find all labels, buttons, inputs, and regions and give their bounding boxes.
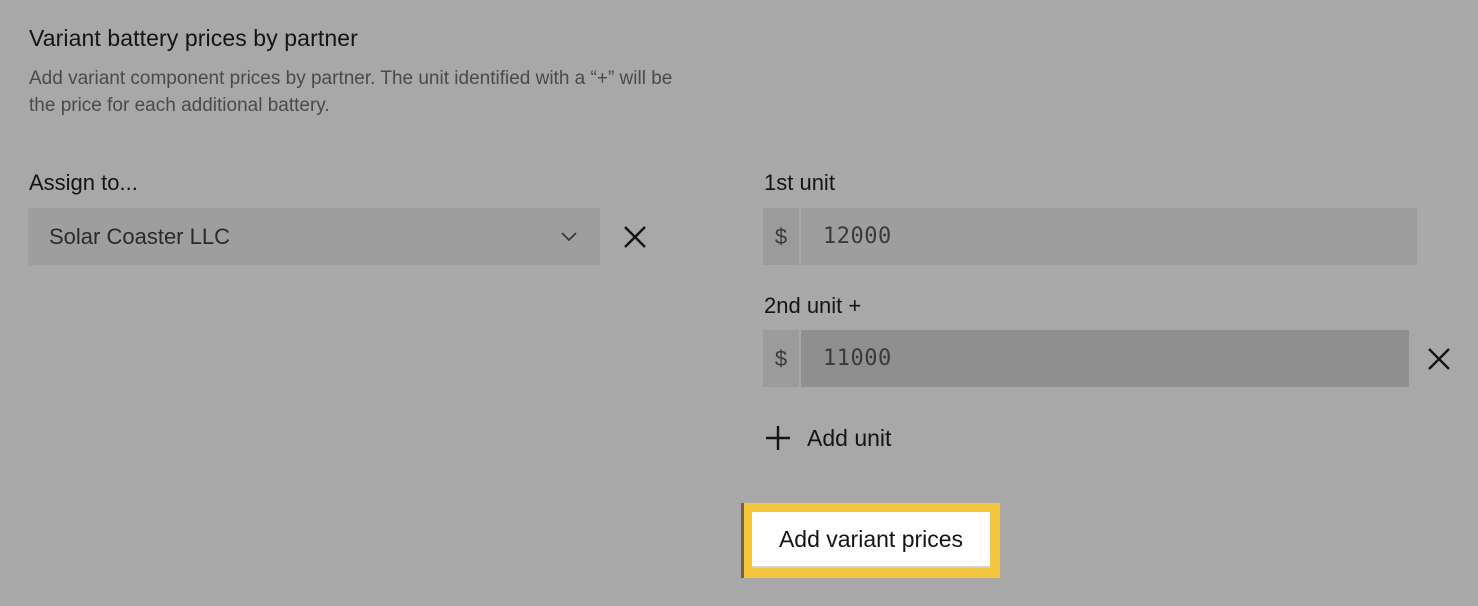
add-unit-label: Add unit [807,424,892,451]
second-unit-price-field: $ [763,330,1409,387]
currency-prefix: $ [763,208,799,265]
section-description: Add variant component prices by partner.… [29,68,673,116]
section-title: Variant battery prices by partner [29,25,358,51]
add-unit-button[interactable]: Add unit [765,421,891,455]
second-unit-price-input[interactable] [801,330,1409,387]
add-variant-prices-button[interactable]: Add variant prices [752,512,990,568]
chevron-down-icon [561,232,577,242]
currency-prefix: $ [763,330,799,387]
remove-partner-icon[interactable] [621,223,649,251]
partner-select-value: Solar Coaster LLC [49,223,230,249]
first-unit-price-input[interactable] [801,208,1417,265]
plus-icon [766,426,790,450]
first-unit-label: 1st unit [764,170,835,195]
second-unit-label: 2nd unit + [764,293,862,318]
variant-prices-form: Variant battery prices by partner Add va… [0,0,1478,606]
partner-select[interactable]: Solar Coaster LLC [28,208,600,265]
assign-to-label: Assign to... [29,170,138,195]
remove-unit-icon[interactable] [1425,345,1453,373]
first-unit-price-field: $ [763,208,1417,265]
